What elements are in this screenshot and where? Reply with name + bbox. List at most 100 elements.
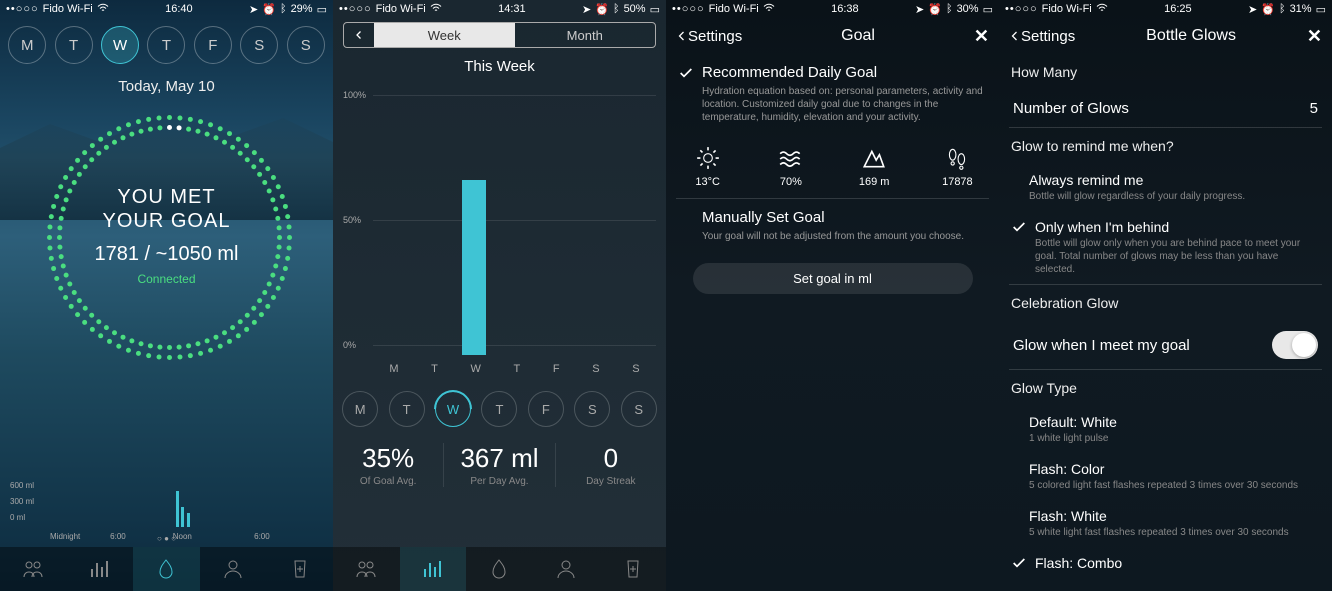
nav-bar: Settings Bottle Glows ✕ [999,18,1332,54]
clock: 14:31 [498,3,526,15]
day-button[interactable]: T [481,391,517,427]
back-button[interactable] [344,23,374,47]
page-indicator: ○ ● ○ [157,534,176,543]
wifi-icon [1096,2,1108,17]
option-behind[interactable]: Only when I'm behind Bottle will glow on… [999,211,1332,284]
segment-month[interactable]: Month [515,23,656,47]
location-icon: ➤ [249,3,258,16]
bluetooth-icon: ᛒ [280,3,287,15]
connection-status: Connected [137,272,195,286]
mountain-icon [833,144,916,172]
manual-goal-section[interactable]: Manually Set Goal Your goal will not be … [666,199,999,253]
progress-ring: YOU MET YOUR GOAL 1781 / ~1050 ml Connec… [37,105,297,365]
day-button[interactable]: W [101,26,139,64]
segment-control: Week Month [343,22,656,48]
tab-hydration[interactable] [133,547,200,591]
day-button[interactable]: M [342,391,378,427]
env-waves: 70% [749,144,832,188]
glow-type-option[interactable]: Default: White1 white light pulse [999,406,1332,453]
back-button[interactable]: Settings [1009,27,1075,45]
stats-row: 35%Of Goal Avg.367 mlPer Day Avg.0Day St… [333,435,666,495]
back-button[interactable]: Settings [676,27,742,45]
day-button[interactable]: M [8,26,46,64]
tab-bar [0,547,333,591]
check-icon [1011,555,1027,571]
close-button[interactable]: ✕ [1307,26,1322,47]
tab-friends[interactable] [333,547,400,591]
set-goal-button[interactable]: Set goal in ml [693,263,973,294]
screen-week: ••○○○Fido Wi-Fi 14:31 ➤⏰ᛒ50%▭ Week Month… [333,0,666,591]
section-glow-type: Glow Type [999,370,1332,406]
status-bar: ••○○○Fido Wi-Fi 16:25 ➤⏰ᛒ31%▭ [999,0,1332,18]
tab-friends[interactable] [0,547,67,591]
clock: 16:40 [165,3,193,15]
glow-type-option[interactable]: Flash: White5 white light fast flashes r… [999,500,1332,547]
recommended-goal-section[interactable]: Recommended Daily Goal Hydration equatio… [666,54,999,134]
wifi-icon [763,2,775,17]
day-button[interactable]: S [574,391,610,427]
glow-type-option[interactable]: Flash: Combo [999,547,1332,581]
page-title: Goal [841,27,875,45]
close-button[interactable]: ✕ [974,26,989,47]
alarm-icon: ⏰ [262,3,276,16]
stat-item: 35%Of Goal Avg. [333,443,444,487]
day-button[interactable]: T [389,391,425,427]
day-button[interactable]: T [55,26,93,64]
stat-item: 367 mlPer Day Avg. [444,443,555,487]
tab-profile[interactable] [200,547,267,591]
goal-message: YOU MET YOUR GOAL [103,185,231,233]
segment-week[interactable]: Week [374,23,515,47]
glow-type-option[interactable]: Flash: Color5 colored light fast flashes… [999,453,1332,500]
chart-title: This Week [333,58,666,75]
status-bar: ••○○○Fido Wi-Fi 14:31 ➤⏰ᛒ50%▭ [333,0,666,18]
day-selector: MTWTFSS [0,18,333,72]
wifi-icon [430,2,442,17]
check-icon [678,65,694,81]
env-sun: 13°C [666,144,749,188]
environment-row: 13°C70%169 m17878 [666,134,999,198]
day-button[interactable]: S [240,26,278,64]
check-icon [1011,219,1027,235]
tab-add[interactable] [599,547,666,591]
section-celebration: Celebration Glow [999,285,1332,321]
clock: 16:38 [831,3,859,15]
tab-profile[interactable] [533,547,600,591]
day-button[interactable]: T [147,26,185,64]
waves-icon [749,144,832,172]
meet-goal-toggle[interactable] [1272,331,1318,359]
battery-icon: ▭ [317,3,327,16]
option-always[interactable]: Always remind me Bottle will glow regard… [999,164,1332,211]
status-bar: ••○○○ Fido Wi-Fi 16:40 ➤ ⏰ ᛒ 29% ▭ [0,0,333,18]
env-mountain: 169 m [833,144,916,188]
day-button[interactable]: F [194,26,232,64]
status-bar: ••○○○Fido Wi-Fi 16:38 ➤⏰ᛒ30%▭ [666,0,999,18]
day-button[interactable]: F [528,391,564,427]
env-steps: 17878 [916,144,999,188]
nav-bar: Settings Goal ✕ [666,18,999,54]
goal-amount: 1781 / ~1050 ml [95,243,239,266]
screen-goal-settings: ••○○○Fido Wi-Fi 16:38 ➤⏰ᛒ30%▭ Settings G… [666,0,999,591]
section-how-many: How Many [999,54,1332,90]
number-of-glows-row[interactable]: Number of Glows 5 [999,90,1332,127]
chart-bar [462,180,486,355]
section-when: Glow to remind me when? [999,128,1332,164]
hourly-chart: 600 ml 300 ml 0 ml Midnight 6:00 Noon 6:… [10,481,323,541]
week-chart: 100% 50% 0% MTWTFSS [343,85,656,375]
battery-pct: 29% [291,3,313,15]
day-button[interactable]: S [621,391,657,427]
screen-bottle-glows: ••○○○Fido Wi-Fi 16:25 ➤⏰ᛒ31%▭ Settings B… [999,0,1332,591]
tab-add[interactable] [266,547,333,591]
tab-hydration[interactable] [466,547,533,591]
day-selector: MTWTFSS [333,383,666,435]
number-of-glows-value: 5 [1310,100,1318,117]
steps-icon [916,144,999,172]
tab-stats[interactable] [400,547,467,591]
clock: 16:25 [1164,3,1192,15]
day-button[interactable]: W [435,391,471,427]
day-button[interactable]: S [287,26,325,64]
wifi-icon [97,2,109,17]
tab-stats[interactable] [67,547,134,591]
carrier-label: Fido Wi-Fi [43,3,93,15]
today-date: Today, May 10 [0,78,333,95]
sun-icon [666,144,749,172]
